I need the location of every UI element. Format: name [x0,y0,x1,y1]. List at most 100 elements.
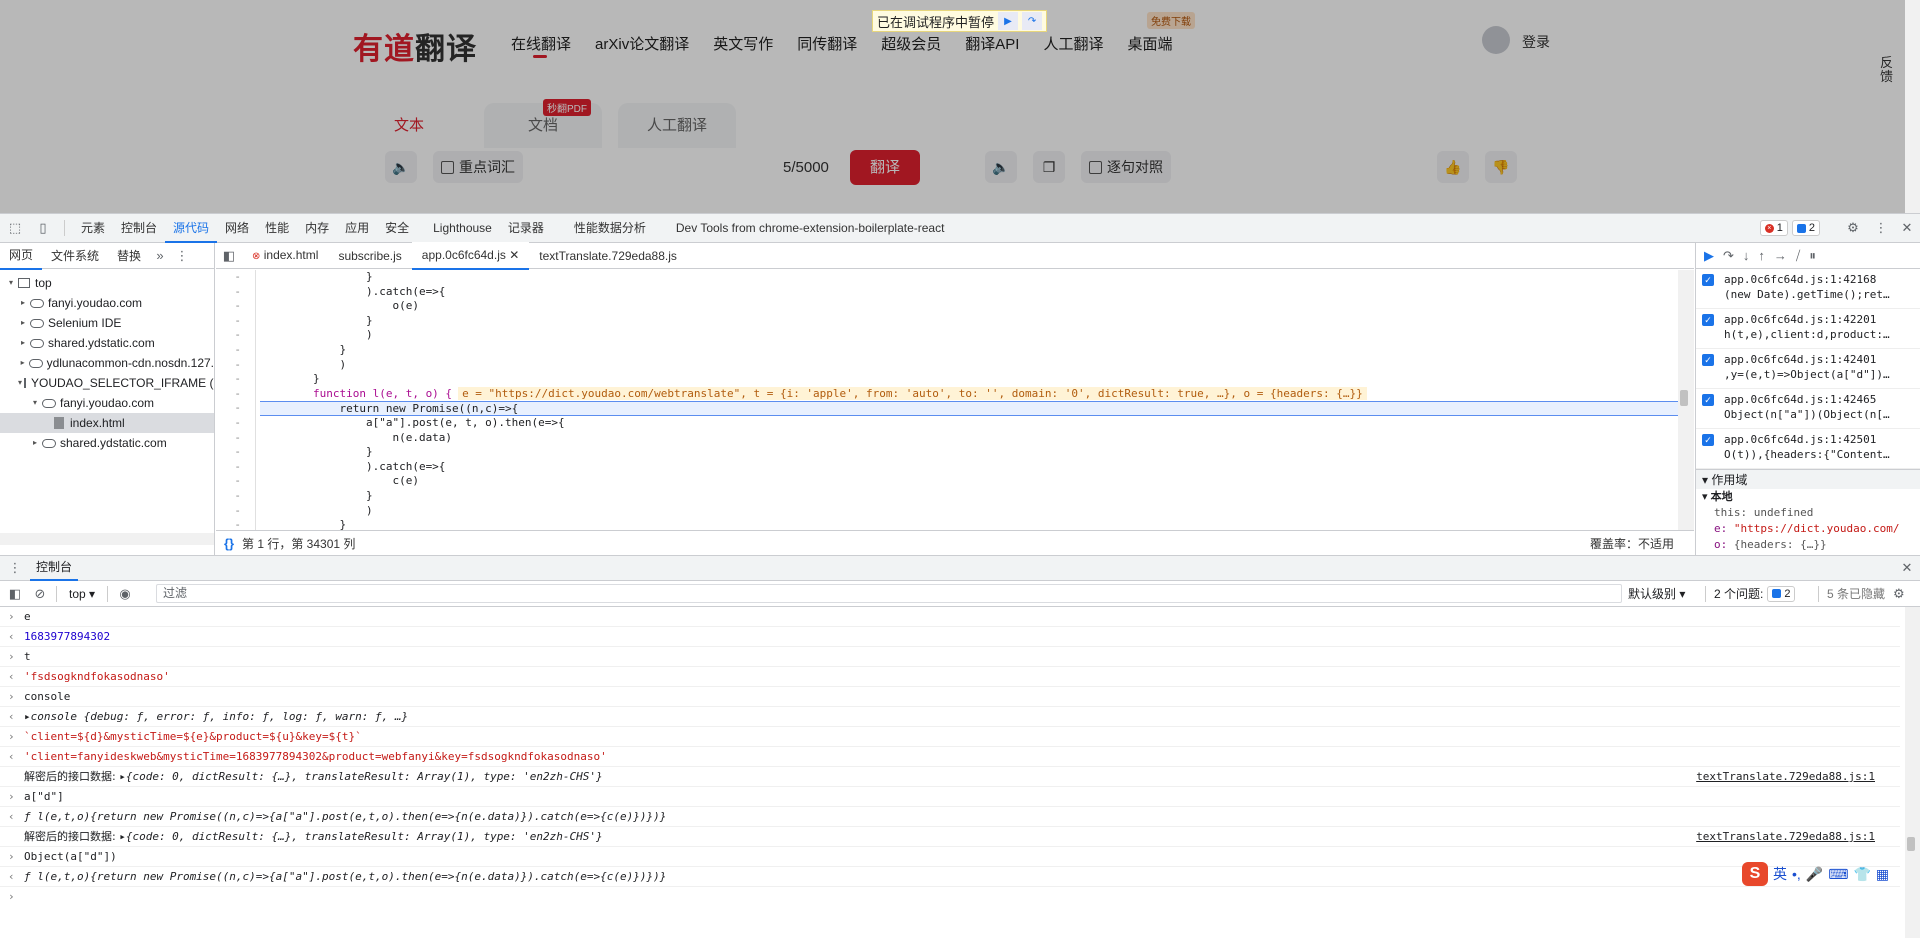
nav-tab-page[interactable]: 网页 [0,242,43,270]
breakpoint-item[interactable]: ✓ app.0c6fc64d.js:1:42201 h(t,e),client:d,… [1696,309,1920,349]
console-entry[interactable]: › console [0,687,1900,707]
console-settings-icon[interactable]: ⚙ [1893,586,1905,602]
log-object[interactable]: ▸{code: 0, dictResult: {…}, translateRes… [119,770,602,783]
youdao-logo[interactable]: 有道翻译 [353,24,477,68]
code-line[interactable]: function l(e, t, o) {e = "https://dict.y… [260,386,1678,402]
tab-text[interactable]: 文本 [350,103,468,149]
line-number[interactable]: - [216,285,255,300]
line-number[interactable]: - [216,358,255,373]
tree-item[interactable]: ▸ shared.ydstatic.com [0,433,214,453]
line-number[interactable]: - [216,460,255,475]
breakpoint-checkbox[interactable]: ✓ [1702,314,1714,326]
console-entry[interactable]: › a["d"] [0,787,1900,807]
step-into-icon[interactable]: ↓ [1743,248,1750,263]
code-line[interactable]: a["a"].post(e, t, o).then(e=>{ [260,416,1678,431]
breakpoint-checkbox[interactable]: ✓ [1702,434,1714,446]
editor-vscrollbar[interactable] [1678,270,1694,530]
tree-item[interactable]: ▾ top [0,273,214,293]
gear-icon[interactable]: ⚙ [1838,220,1868,236]
line-number[interactable]: - [216,445,255,460]
console-entry[interactable]: ‹ ƒ l(e,t,o){return new Promise((n,c)=>{a… [0,867,1900,887]
nav-simultaneous[interactable]: 同传翻译 [797,33,857,54]
tree-item[interactable]: ▸ fanyi.youdao.com [0,293,214,313]
code-line[interactable]: } [260,445,1678,460]
line-number[interactable]: - [216,416,255,431]
issues-button[interactable]: 2 个问题: 2 [1714,585,1796,602]
log-level-select[interactable]: 默认级别 ▾ [1628,585,1685,602]
code-line[interactable]: } [260,343,1678,358]
console-entry[interactable]: › [0,887,1900,907]
breakpoint-item[interactable]: ✓ app.0c6fc64d.js:1:42168 (new Date).getTi… [1696,269,1920,309]
scope-section-header[interactable]: ▾ 作用域 [1696,469,1920,489]
code-line[interactable]: c(e) [260,474,1678,489]
tree-item[interactable]: index.html [0,413,214,433]
console-entry[interactable]: 解密后的接口数据: ▸{code: 0, dictResult: {…}, tr… [0,767,1900,787]
line-gutter[interactable]: ------------------- [216,270,256,530]
code-line[interactable]: ).catch(e=>{ [260,460,1678,475]
filter-input[interactable]: 过滤 [156,584,1622,603]
scope-variable[interactable]: this: undefined [1696,505,1920,521]
line-number[interactable]: - [216,372,255,387]
context-selector[interactable]: top ▾ [63,587,101,601]
disclosure-icon[interactable]: ▸ [18,293,28,313]
console-scrollbar[interactable] [1905,607,1920,938]
line-number[interactable]: - [216,489,255,504]
code-line[interactable]: } [260,314,1678,329]
close-tab-icon[interactable]: ✕ [509,248,519,262]
code-lines[interactable]: } ).catch(e=>{ o(e) } ) } ) } function l… [260,270,1678,530]
tree-item[interactable]: ▸ ydlunacommon-cdn.nosdn.127. [0,353,214,373]
more-menu-icon[interactable]: ⋮ [1868,220,1894,236]
speaker-source-button[interactable]: 🔈 [385,151,417,183]
tree-item[interactable]: ▸ Selenium IDE [0,313,214,333]
breakpoint-item[interactable]: ✓ app.0c6fc64d.js:1:42465 Object(n["a"])(O… [1696,389,1920,429]
line-number[interactable]: - [216,401,255,416]
step-icon[interactable]: → [1774,248,1787,263]
navigator-hscrollbar[interactable] [0,533,214,545]
drawer-menu-icon[interactable]: ⋮ [0,560,30,576]
breakpoint-checkbox[interactable]: ✓ [1702,274,1714,286]
error-counter[interactable]: × 1 [1759,220,1788,236]
drawer-tab-console[interactable]: 控制台 [30,555,79,581]
code-line[interactable]: o(e) [260,299,1678,314]
nav-human-translate[interactable]: 人工翻译 [1043,33,1103,54]
tab-console[interactable]: 控制台 [113,214,165,243]
step-over-icon[interactable]: ↷ [1022,12,1043,30]
console-entry[interactable]: 解密后的接口数据: ▸{code: 0, dictResult: {…}, tr… [0,827,1900,847]
console-entry[interactable]: › `client=${d}&mysticTime=${e}&product=${… [0,727,1900,747]
breakpoint-checkbox[interactable]: ✓ [1702,354,1714,366]
tree-item[interactable]: ▾ fanyi.youdao.com [0,393,214,413]
nav-arxiv[interactable]: arXiv论文翻译 [595,33,689,54]
message-counter[interactable]: 2 [1791,220,1820,236]
code-line[interactable]: ).catch(e=>{ [260,285,1678,300]
scope-variable[interactable]: e: "https://dict.youdao.com/ [1696,521,1920,537]
scope-local[interactable]: ▾ 本地 [1696,489,1920,505]
skin-icon[interactable]: 👕 [1853,866,1870,883]
thumbs-up-button[interactable]: 👍 [1437,151,1469,183]
line-number[interactable]: - [216,328,255,343]
editor-tab-subscribe[interactable]: subscribe.js [328,243,411,269]
disclosure-icon[interactable]: ▸ [30,433,40,453]
nav-api[interactable]: 翻译API [965,33,1019,54]
code-line[interactable]: ) [260,328,1678,343]
nav-tab-filesystem[interactable]: 文件系统 [42,243,108,269]
login-link[interactable]: 登录 [1522,32,1550,52]
key-vocab-toggle[interactable]: 重点词汇 [433,151,523,183]
tab-sources[interactable]: 源代码 [165,214,218,243]
line-number[interactable]: - [216,518,255,530]
line-number[interactable]: - [216,431,255,446]
tab-recorder[interactable]: 记录器 [500,214,552,243]
console-entry[interactable]: › t [0,647,1900,667]
ime-toolbar[interactable]: S 英 •, 🎤 ⌨ 👕 ▦ [1742,862,1889,886]
line-number[interactable]: - [216,314,255,329]
disclosure-icon[interactable]: ▸ [18,353,27,373]
sentence-compare-toggle[interactable]: 逐句对照 [1081,151,1171,183]
breakpoint-checkbox[interactable]: ✓ [1702,394,1714,406]
disclosure-icon[interactable]: ▸ [18,333,28,353]
line-number[interactable]: - [216,504,255,519]
log-object[interactable]: ▸{code: 0, dictResult: {…}, translateRes… [119,830,602,843]
code-line[interactable]: } [260,489,1678,504]
inspect-icon[interactable]: ⬚ [0,220,30,236]
copy-button[interactable]: ❐ [1033,151,1065,183]
eye-icon[interactable]: ◉ [114,586,136,602]
thumbs-down-button[interactable]: 👎 [1485,151,1517,183]
